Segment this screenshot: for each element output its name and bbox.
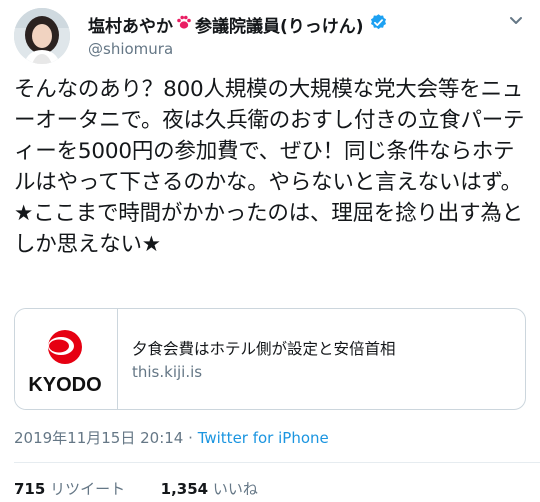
source-link[interactable]: Twitter for iPhone xyxy=(198,429,329,447)
verified-badge-icon xyxy=(369,13,388,36)
avatar[interactable] xyxy=(14,8,70,64)
kyodo-logo: KYODO xyxy=(15,309,118,409)
link-card[interactable]: KYODO 夕食会費はホテル側が設定と安倍首相 this.kiji.is xyxy=(14,308,526,410)
card-title[interactable]: 夕食会費はホテル側が設定と安倍首相 xyxy=(132,337,396,359)
likes-label: いいね xyxy=(212,480,258,498)
retweets-label: リツイート xyxy=(50,480,126,498)
card-domain[interactable]: this.kiji.is xyxy=(132,363,396,381)
likes-count: 1,354 xyxy=(160,480,209,498)
kyodo-logo-text: KYODO xyxy=(28,374,101,396)
retweets-stat[interactable]: 715 リツイート xyxy=(14,480,125,498)
retweets-count: 715 xyxy=(14,480,46,498)
author-names: 塩村あやか 参議院議員(りっけん) @shiomura xyxy=(88,12,388,58)
more-chevron-icon[interactable] xyxy=(506,10,526,30)
display-name-suffix[interactable]: 参議院議員(りっけん) xyxy=(195,12,364,37)
tweet-meta: 2019年11月15日 20:14 · Twitter for iPhone xyxy=(14,427,329,448)
name-row[interactable]: 塩村あやか 参議院議員(りっけん) xyxy=(88,12,388,37)
handle[interactable]: @shiomura xyxy=(88,40,388,58)
tweet-header: 塩村あやか 参議院議員(りっけん) @shiomura xyxy=(14,8,526,64)
timestamp[interactable]: 2019年11月15日 20:14 xyxy=(14,429,183,447)
likes-stat[interactable]: 1,354 いいね xyxy=(161,480,258,498)
tweet-stats: 715 リツイート 1,354 いいね xyxy=(14,478,258,499)
divider xyxy=(14,462,540,463)
display-name[interactable]: 塩村あやか xyxy=(88,12,173,37)
card-body[interactable]: 夕食会費はホテル側が設定と安倍首相 this.kiji.is xyxy=(118,309,410,409)
meta-separator: · xyxy=(188,429,193,447)
tweet-text: そんなのあり？800人規模の大規模な党大会等をニューオータニで。夜は久兵衛のおす… xyxy=(14,77,525,257)
paw-icon xyxy=(175,13,193,35)
